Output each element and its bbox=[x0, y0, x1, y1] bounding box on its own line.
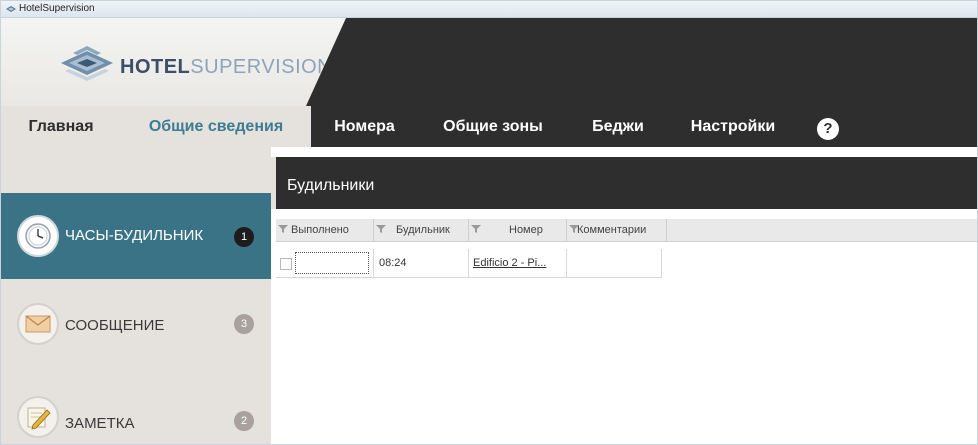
sidebar-item-note[interactable]: ЗАМЕТКА 2 bbox=[1, 369, 271, 444]
sidebar-item-label: ЗАМЕТКА bbox=[65, 415, 135, 432]
count-badge: 1 bbox=[234, 227, 254, 247]
filter-icon[interactable] bbox=[376, 224, 386, 234]
cell-room: Edificio 2 - Pi... bbox=[469, 249, 567, 277]
tab-badges[interactable]: Беджи bbox=[568, 106, 668, 148]
count-badge: 3 bbox=[234, 314, 254, 334]
help-icon[interactable]: ? bbox=[817, 118, 839, 140]
count-badge: 2 bbox=[234, 411, 254, 431]
panel-header: Будильники bbox=[271, 157, 977, 209]
sidebar: ЧАСЫ-БУДИЛЬНИК 1 СООБЩЕНИЕ 3 ЗАМЕТКА 2 bbox=[1, 147, 271, 444]
done-checkbox[interactable] bbox=[280, 258, 292, 270]
room-link[interactable]: Edificio 2 - Pi... bbox=[473, 257, 546, 269]
tab-general-info[interactable]: Общие сведения bbox=[121, 106, 311, 148]
grid-header: Выполнено Будильник Номер Комментарии bbox=[276, 219, 977, 242]
cell-alarm-time: 08:24 bbox=[374, 249, 469, 277]
alarms-panel: Будильники Выполнено Будильник Номер Ком… bbox=[271, 147, 977, 444]
tab-rooms[interactable]: Номера bbox=[311, 106, 418, 148]
filter-icon[interactable] bbox=[471, 224, 481, 234]
envelope-icon bbox=[25, 315, 51, 333]
note-pencil-icon bbox=[27, 407, 51, 430]
tab-home[interactable]: Главная bbox=[1, 106, 121, 148]
cell-edit-box[interactable] bbox=[295, 252, 369, 274]
panel-title: Будильники bbox=[287, 177, 375, 194]
cell-comment bbox=[567, 249, 662, 277]
logo-wordmark: HOTELSUPERVISION bbox=[120, 56, 333, 78]
tab-common-areas[interactable]: Общие зоны bbox=[418, 106, 568, 148]
app-window: HotelSupervision HOTELSUPERVISION Главна… bbox=[0, 0, 978, 445]
filter-icon[interactable] bbox=[278, 224, 288, 234]
sidebar-item-label: СООБЩЕНИЕ bbox=[65, 317, 165, 334]
logo-area: HOTELSUPERVISION bbox=[1, 18, 346, 106]
window-title: HotelSupervision bbox=[19, 3, 95, 14]
app-icon bbox=[6, 6, 16, 12]
cell-done bbox=[276, 249, 374, 277]
hotel-logo-icon bbox=[61, 46, 113, 81]
sidebar-item-alarm-clock[interactable]: ЧАСЫ-БУДИЛЬНИК 1 bbox=[1, 193, 271, 279]
column-header-alarm[interactable]: Будильник bbox=[374, 219, 469, 241]
window-titlebar: HotelSupervision bbox=[1, 1, 977, 18]
alarm-clock-icon bbox=[25, 223, 51, 249]
sidebar-item-message[interactable]: СООБЩЕНИЕ 3 bbox=[1, 281, 271, 367]
column-header-room[interactable]: Номер bbox=[469, 219, 567, 241]
sidebar-item-label: ЧАСЫ-БУДИЛЬНИК bbox=[65, 227, 204, 244]
column-header-done[interactable]: Выполнено bbox=[276, 219, 374, 241]
table-row[interactable]: 08:24 Edificio 2 - Pi... bbox=[276, 249, 662, 278]
tab-settings[interactable]: Настройки bbox=[668, 106, 798, 148]
column-header-comments[interactable]: Комментарии bbox=[567, 219, 667, 241]
